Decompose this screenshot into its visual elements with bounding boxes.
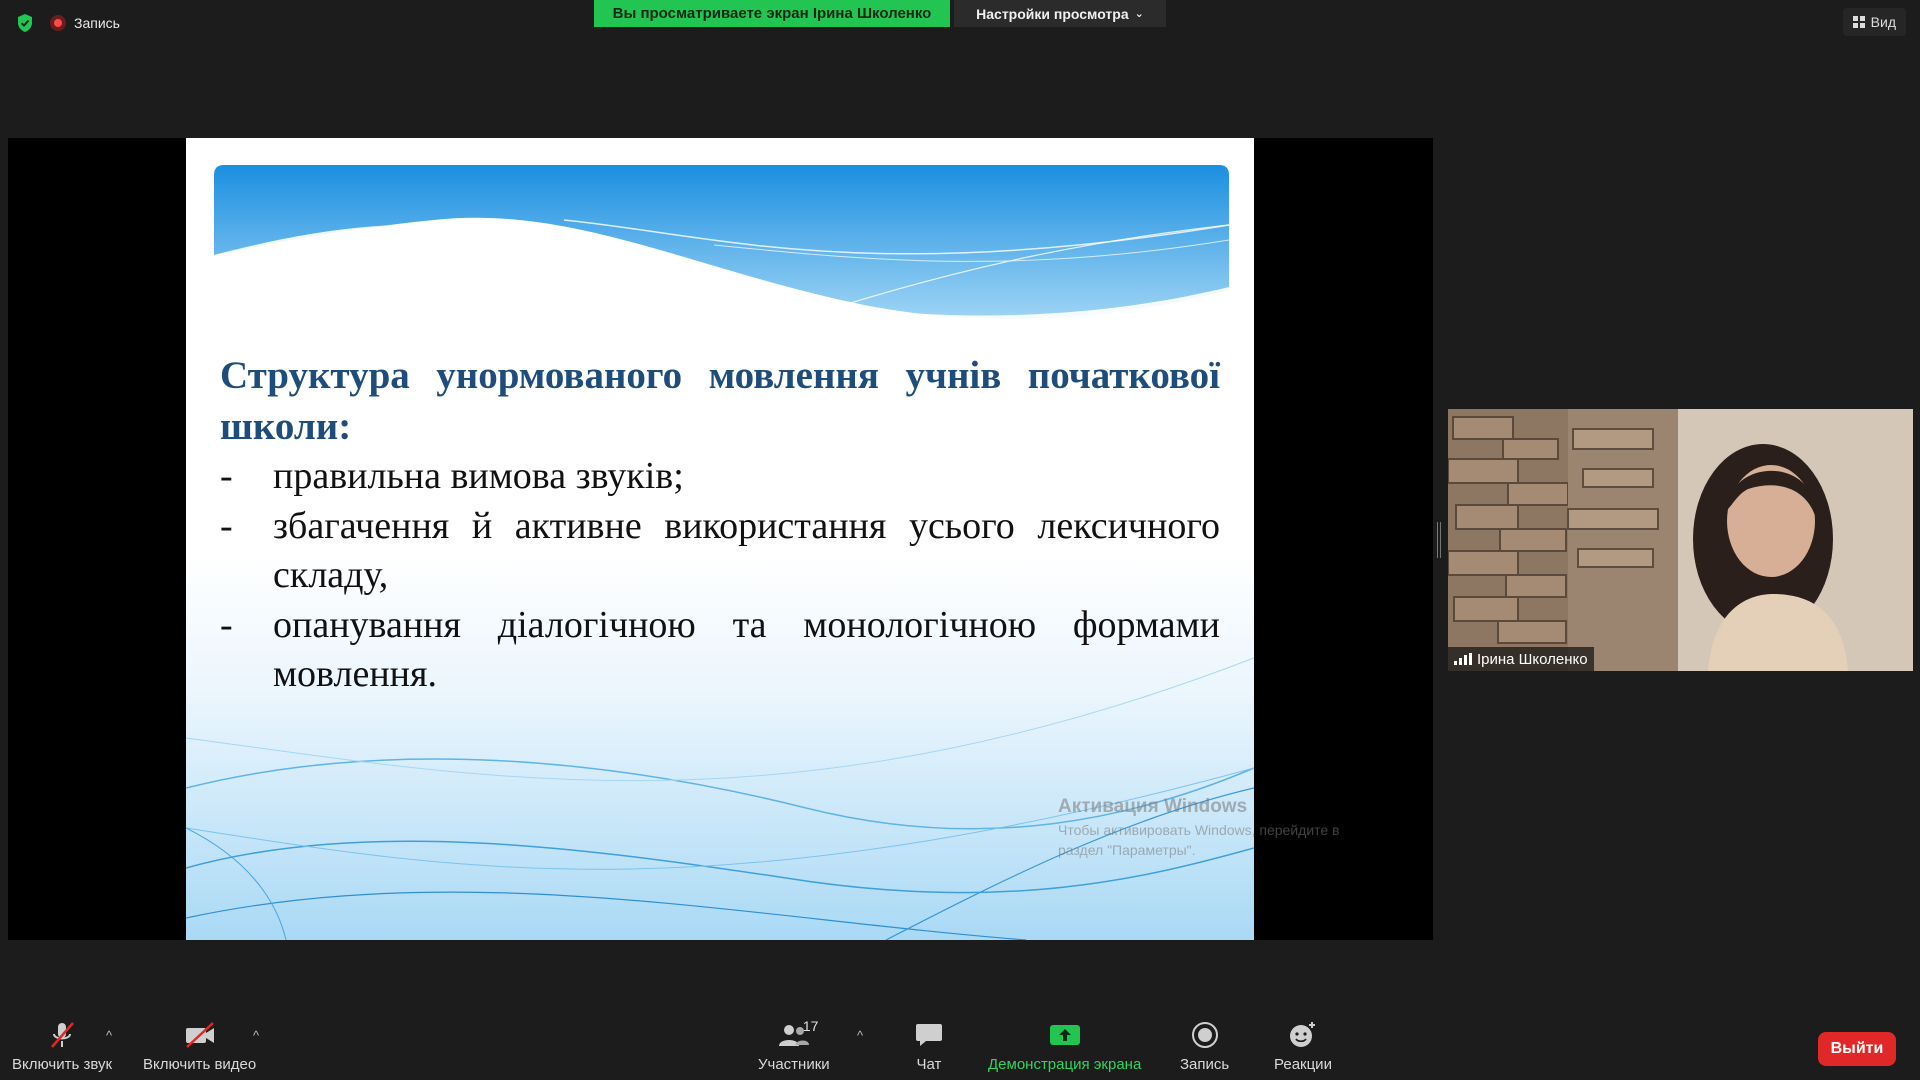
slide-title: Структура унормованого мовлення учнів по… — [220, 354, 1220, 448]
shared-screen: Структура унормованого мовлення учнів по… — [8, 138, 1433, 940]
recording-label: Запись — [74, 15, 120, 31]
unmute-button[interactable]: Включить звук — [12, 1020, 112, 1073]
slide-header-banner — [214, 165, 1229, 325]
slide-bullet-item: - правильна вимова звуків; — [220, 452, 1220, 502]
zoom-meeting-window: Запись Вы просматриваете экран Ірина Шко… — [0, 0, 1920, 1080]
share-screen-icon — [1048, 1020, 1082, 1050]
view-options-button[interactable]: Настройки просмотра ⌄ — [954, 0, 1166, 27]
participant-video-tile[interactable]: Ірина Школенко — [1448, 409, 1913, 671]
share-screen-label: Демонстрация экрана — [988, 1056, 1142, 1073]
start-video-button[interactable]: Включить видео — [143, 1020, 256, 1073]
chat-button[interactable]: Чат — [912, 1020, 946, 1073]
shield-check-icon[interactable] — [14, 12, 36, 34]
participants-icon: 17 — [777, 1018, 818, 1050]
chat-label: Чат — [916, 1056, 942, 1073]
viewing-screen-banner: Вы просматриваете экран Ірина Школенко — [594, 0, 950, 27]
resize-handle[interactable] — [1437, 522, 1443, 558]
watermark-title: Активация Windows — [1058, 796, 1248, 817]
participants-button[interactable]: 17 Участники — [758, 1018, 830, 1073]
view-label: Вид — [1870, 14, 1896, 30]
participants-label: Участники — [758, 1056, 830, 1073]
slide-bullet-item: - збагачення й активне використання усьо… — [220, 502, 1220, 601]
chat-bubble-icon — [912, 1020, 946, 1050]
slide-wave-decoration — [186, 657, 1254, 940]
view-button[interactable]: Вид — [1842, 8, 1906, 36]
camera-off-icon — [183, 1020, 217, 1050]
participants-count: 17 — [802, 1018, 819, 1034]
participant-video-image — [1448, 409, 1913, 671]
participant-name: Ірина Школенко — [1477, 650, 1588, 668]
audio-options-caret[interactable]: ^ — [106, 1028, 112, 1043]
view-options-label: Настройки просмотра — [976, 5, 1129, 22]
bullet-dash: - — [220, 504, 233, 547]
reactions-label: Реакции — [1274, 1056, 1332, 1073]
record-dot-icon — [50, 15, 66, 31]
record-button[interactable]: Запись — [1180, 1020, 1229, 1073]
signal-strength-icon — [1454, 653, 1472, 665]
recording-indicator[interactable]: Запись — [50, 15, 120, 31]
record-label: Запись — [1180, 1056, 1230, 1073]
video-options-caret[interactable]: ^ — [253, 1028, 259, 1043]
participants-options-caret[interactable]: ^ — [857, 1028, 863, 1043]
record-icon — [1188, 1020, 1222, 1050]
meeting-toolbar: Включить звук ^ Включить видео ^ 17 Учас… — [0, 1008, 1920, 1080]
share-screen-button[interactable]: Демонстрация экрана — [988, 1020, 1141, 1073]
bullet-dash: - — [220, 455, 233, 497]
top-status-area: Запись — [14, 12, 120, 34]
gallery-grid-icon — [1852, 16, 1865, 28]
windows-activation-watermark: Активация Windows Чтобы активировать Win… — [1058, 794, 1388, 860]
microphone-muted-icon — [45, 1020, 79, 1050]
participant-name-tag: Ірина Школенко — [1448, 647, 1594, 671]
bullet-text: збагачення й активне використання усього… — [273, 504, 1220, 597]
bullet-text: правильна вимова звуків; — [273, 455, 684, 497]
chevron-down-icon: ⌄ — [1134, 8, 1144, 20]
watermark-text: Чтобы активировать Windows, перейдите в … — [1058, 822, 1340, 858]
start-video-label: Включить видео — [143, 1056, 257, 1073]
leave-meeting-button[interactable]: Выйти — [1818, 1032, 1896, 1066]
smiley-plus-icon — [1286, 1020, 1320, 1050]
unmute-label: Включить звук — [12, 1056, 113, 1073]
reactions-button[interactable]: Реакции — [1274, 1020, 1332, 1073]
